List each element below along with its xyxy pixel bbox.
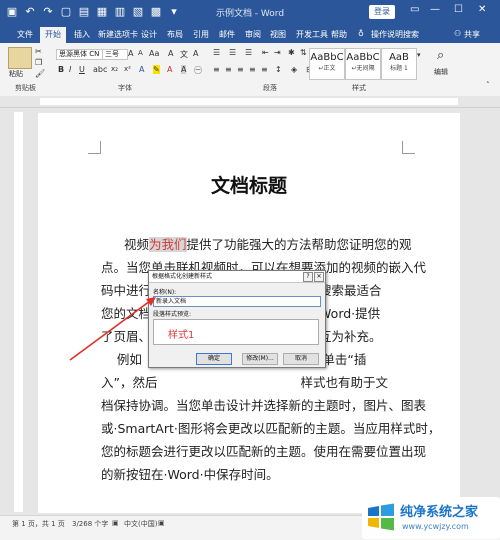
page-count[interactable]: 第 1 页，共 1 页 [12, 519, 65, 529]
watermark: 纯净系统之家 www.ycwjzy.com [362, 497, 500, 539]
watermark-url: www.ycwjzy.com [402, 522, 469, 531]
proofing-icon[interactable]: ▣ [112, 519, 119, 527]
language[interactable]: 中文(中国) [124, 519, 157, 529]
accessibility-icon[interactable]: ▣ [158, 519, 165, 527]
word-count[interactable]: 3/268 个字 [72, 519, 108, 529]
annotation-arrow [69, 297, 156, 361]
watermark-title: 纯净系统之家 [400, 505, 479, 520]
windows-logo-icon [368, 503, 394, 531]
